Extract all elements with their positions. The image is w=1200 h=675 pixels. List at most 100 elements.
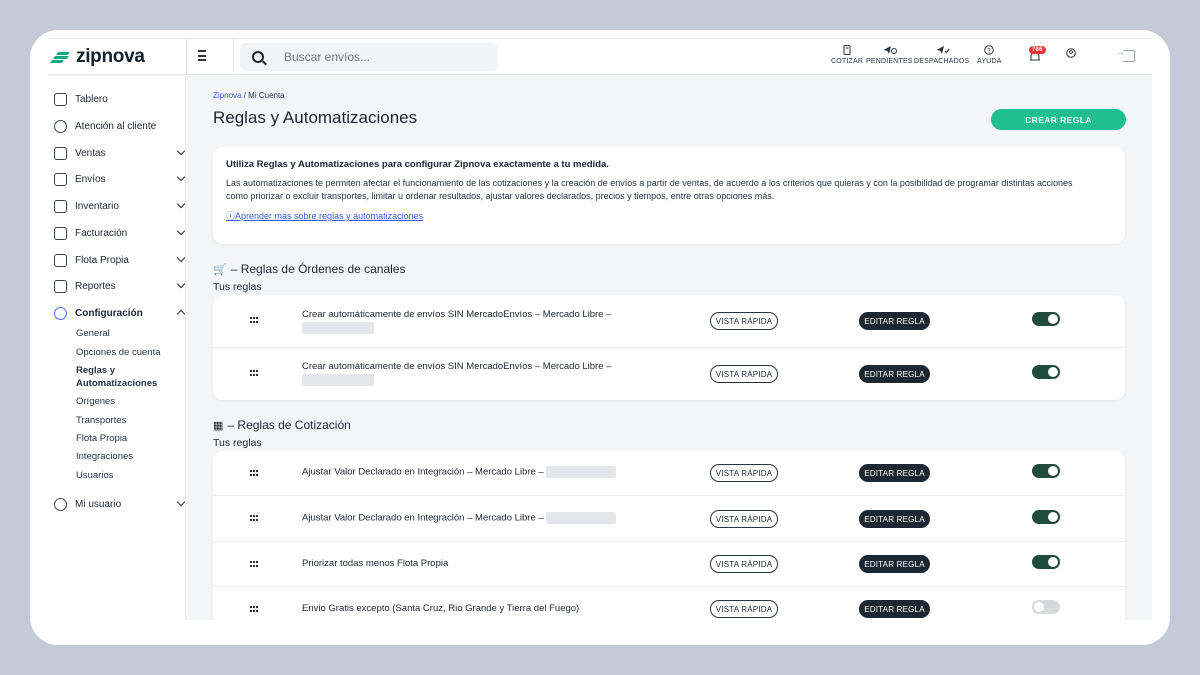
hamburger-menu-icon[interactable] [198, 50, 212, 64]
rule-name-text: Crear automáticamente de envíos SIN Merc… [302, 309, 612, 320]
sidebar-item-configuracion[interactable]: Configuración [54, 303, 186, 323]
submenu-item-opciones-cuenta[interactable]: Opciones de cuenta [76, 346, 161, 359]
rule-row: Ajustar Valor Declarado en Integración –… [213, 451, 1125, 496]
logo-mark-icon [49, 50, 72, 64]
sidebar-item-tablero[interactable]: Tablero [54, 89, 184, 109]
rule-toggle[interactable] [1032, 555, 1060, 569]
drag-handle-icon[interactable] [250, 317, 258, 324]
drag-handle-icon[interactable] [250, 606, 258, 613]
rule-row: Envio Gratis excepto (Santa Cruz, Rio Gr… [213, 587, 1125, 620]
calculator-icon [841, 45, 853, 55]
submenu-item-general[interactable]: General [76, 327, 110, 340]
app-window: zipnova COTIZAR PENDIENTES DESPACHADOS [48, 38, 1152, 620]
section-subtitle: Tus reglas [213, 281, 262, 293]
breadcrumb-root-link[interactable]: Zipnova [213, 91, 241, 100]
submenu-item-transportes[interactable]: Transportes [76, 414, 126, 427]
section-subtitle: Tus reglas [213, 437, 262, 449]
sidebar-item-reportes[interactable]: Reportes [54, 276, 186, 296]
search-input[interactable] [284, 50, 464, 64]
toolbar-ayuda-button[interactable]: ? AYUDA [977, 45, 1002, 65]
search-icon [252, 51, 264, 63]
sidebar-item-mi-usuario[interactable]: Mi usuario [54, 494, 186, 514]
divider [186, 39, 187, 75]
learn-more-label: Aprender más sobre reglas y automatizaci… [235, 211, 424, 221]
sidebar-item-label: Tablero [75, 93, 108, 105]
sidebar-item-label: Mi usuario [75, 498, 122, 510]
chevron-up-icon [176, 309, 186, 319]
logout-icon[interactable] [1115, 47, 1135, 62]
drag-handle-icon[interactable] [250, 561, 258, 568]
redacted-block [302, 322, 374, 334]
quick-view-button[interactable]: VISTA RÁPIDA [710, 510, 778, 528]
rule-toggle[interactable] [1032, 600, 1060, 614]
rule-toggle[interactable] [1032, 510, 1060, 524]
sidebar-item-facturacion[interactable]: Facturación [54, 223, 186, 243]
submenu-item-origenes[interactable]: Orígenes [76, 395, 115, 408]
toolbar-label: COTIZAR [831, 58, 864, 65]
rule-toggle[interactable] [1032, 312, 1060, 326]
svg-text:?: ? [988, 48, 992, 54]
help-circle-icon [54, 119, 67, 133]
rules-list-cotizacion: Ajustar Valor Declarado en Integración –… [213, 451, 1125, 620]
user-icon [1065, 47, 1077, 58]
toolbar-despachados-button[interactable]: DESPACHADOS [914, 45, 969, 65]
user-gear-icon [54, 497, 67, 511]
submenu-item-usuarios[interactable]: Usuarios [76, 469, 114, 482]
quick-view-button[interactable]: VISTA RÁPIDA [710, 365, 778, 383]
submenu-item-flota-propia[interactable]: Flota Propia [76, 432, 127, 445]
sidebar-item-inventario[interactable]: Inventario [54, 196, 186, 216]
drag-handle-icon[interactable] [250, 370, 258, 377]
rule-row: Crear automáticamente de envíos SIN Merc… [213, 348, 1125, 400]
rule-name-text: Ajustar Valor Declarado en Integración –… [302, 466, 544, 478]
edit-rule-button[interactable]: EDITAR REGLA [859, 365, 930, 383]
logo[interactable]: zipnova [49, 46, 145, 68]
main-content: Zipnova / Mi Cuenta Reglas y Automatizac… [187, 76, 1152, 620]
info-body: Las automatizaciones te permiten afectar… [226, 178, 1073, 201]
drag-handle-icon[interactable] [250, 470, 258, 477]
submenu-item-integraciones[interactable]: Integraciones [76, 450, 133, 463]
edit-rule-button[interactable]: EDITAR REGLA [859, 312, 930, 330]
chevron-down-icon [176, 253, 186, 263]
breadcrumb-current: Mi Cuenta [248, 91, 285, 100]
truck-icon [54, 172, 67, 186]
brand-name: zipnova [76, 46, 145, 67]
sidebar-item-ventas[interactable]: Ventas [54, 143, 186, 163]
rule-name-text: Crear automáticamente de envíos SIN Merc… [302, 361, 612, 372]
redacted-block [546, 466, 617, 478]
create-rule-button[interactable]: CREAR REGLA [991, 109, 1126, 130]
sidebar-item-envios[interactable]: Envíos [54, 169, 186, 189]
rule-name: Ajustar Valor Declarado en Integración –… [302, 466, 617, 478]
paper-plane-clock-icon [883, 45, 898, 55]
edit-rule-button[interactable]: EDITAR REGLA [859, 600, 930, 618]
search-box[interactable] [240, 43, 498, 71]
sidebar-item-flota-propia[interactable]: Flota Propia [54, 250, 186, 270]
edit-rule-button[interactable]: EDITAR REGLA [859, 464, 930, 482]
edit-rule-button[interactable]: EDITAR REGLA [859, 555, 930, 573]
user-menu-button[interactable] [1065, 47, 1077, 60]
sidebar-item-label: Envíos [75, 173, 106, 185]
quick-view-button[interactable]: VISTA RÁPIDA [710, 600, 778, 618]
learn-more-link[interactable]: ⓘAprender más sobre reglas y automatizac… [226, 209, 423, 222]
sidebar-item-atencion[interactable]: Atención al cliente [54, 116, 184, 136]
rule-name: Ajustar Valor Declarado en Integración –… [302, 512, 617, 524]
rule-toggle[interactable] [1032, 365, 1060, 379]
notifications-button[interactable]: 786 [1029, 46, 1046, 64]
quick-view-button[interactable]: VISTA RÁPIDA [710, 464, 778, 482]
sidebar-item-label: Facturación [75, 227, 128, 239]
toolbar-cotizar-button[interactable]: COTIZAR [831, 45, 863, 65]
rule-row: Priorizar todas menos Flota Propia VISTA… [213, 542, 1125, 587]
rule-toggle[interactable] [1032, 464, 1060, 478]
rule-row: Ajustar Valor Declarado en Integración –… [213, 496, 1125, 542]
box-icon [54, 199, 67, 213]
notification-badge: 786 [1029, 46, 1046, 54]
quick-view-button[interactable]: VISTA RÁPIDA [710, 312, 778, 330]
submenu-item-reglas[interactable]: Reglas y Automatizaciones [76, 364, 176, 390]
drag-handle-icon[interactable] [250, 515, 258, 522]
cart-icon [54, 146, 67, 160]
edit-rule-button[interactable]: EDITAR REGLA [859, 510, 930, 528]
rule-name: Crear automáticamente de envíos SIN Merc… [302, 361, 611, 386]
toolbar-pendientes-button[interactable]: PENDIENTES [866, 45, 913, 65]
sidebar-item-label: Flota Propia [75, 254, 129, 266]
screenshot-frame: zipnova COTIZAR PENDIENTES DESPACHADOS [30, 30, 1170, 645]
quick-view-button[interactable]: VISTA RÁPIDA [710, 555, 778, 573]
